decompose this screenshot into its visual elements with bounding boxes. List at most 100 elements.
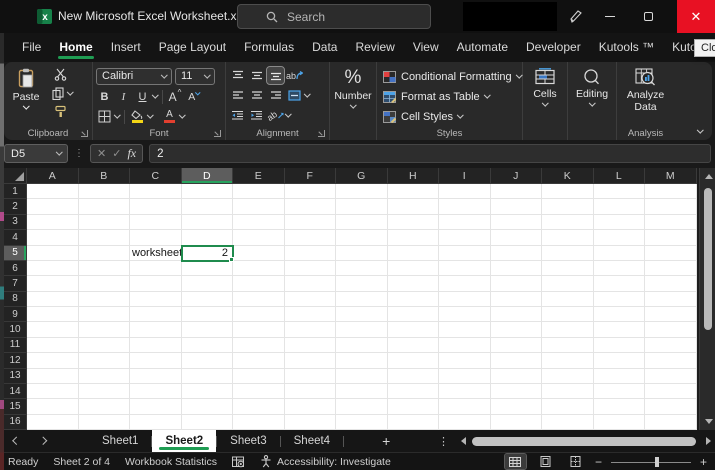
- cell-C6[interactable]: [130, 261, 182, 276]
- column-header-M[interactable]: M: [645, 168, 697, 184]
- editing-button[interactable]: Editing: [576, 66, 608, 127]
- top-align-button[interactable]: [229, 67, 246, 84]
- cell-K7[interactable]: [542, 276, 594, 291]
- cell-K2[interactable]: [542, 199, 594, 214]
- cell-A14[interactable]: [27, 384, 79, 399]
- cell-K3[interactable]: [542, 215, 594, 230]
- cell-H13[interactable]: [388, 369, 440, 384]
- cell-E7[interactable]: [233, 276, 285, 291]
- cell-D2[interactable]: [182, 199, 234, 214]
- cell-K12[interactable]: [542, 353, 594, 368]
- enter-icon[interactable]: ✓: [112, 147, 121, 160]
- cell-J14[interactable]: [491, 384, 543, 399]
- cell-A13[interactable]: [27, 369, 79, 384]
- ribbon-tab-formulas[interactable]: Formulas: [235, 33, 303, 63]
- number-format-button[interactable]: % Number: [334, 66, 371, 127]
- cell-H11[interactable]: [388, 338, 440, 353]
- cell-A8[interactable]: [27, 292, 79, 307]
- cell-L12[interactable]: [594, 353, 646, 368]
- cell-H8[interactable]: [388, 292, 440, 307]
- cell-E6[interactable]: [233, 261, 285, 276]
- cell-K16[interactable]: [542, 415, 594, 430]
- font-size-select[interactable]: 11: [175, 68, 215, 85]
- bottom-align-button[interactable]: [267, 67, 284, 84]
- hscroll-left-icon[interactable]: [461, 437, 466, 445]
- cell-D13[interactable]: [182, 369, 234, 384]
- cell-I2[interactable]: [439, 199, 491, 214]
- cell-E10[interactable]: [233, 322, 285, 337]
- cell-E16[interactable]: [233, 415, 285, 430]
- cell-E9[interactable]: [233, 307, 285, 322]
- cell-G11[interactable]: [336, 338, 388, 353]
- cell-styles-button[interactable]: Cell Styles: [380, 107, 521, 126]
- number-dropdown-icon[interactable]: [350, 102, 356, 108]
- accessibility-button[interactable]: Accessibility: Investigate: [260, 455, 391, 468]
- insert-function-icon[interactable]: fx: [127, 146, 136, 161]
- cell-H6[interactable]: [388, 261, 440, 276]
- increase-indent-button[interactable]: [248, 107, 265, 124]
- cell-D7[interactable]: [182, 276, 234, 291]
- cell-F11[interactable]: [285, 338, 337, 353]
- column-header-L[interactable]: L: [594, 168, 646, 184]
- vertical-scrollbar[interactable]: [699, 168, 715, 430]
- document-title[interactable]: New Microsoft Excel Worksheet.xlsx: [58, 9, 263, 23]
- ribbon-tab-insert[interactable]: Insert: [102, 33, 150, 63]
- column-header-C[interactable]: C: [130, 168, 182, 184]
- cell-D3[interactable]: [182, 215, 234, 230]
- cell-J16[interactable]: [491, 415, 543, 430]
- cell-B10[interactable]: [79, 322, 131, 337]
- formula-input[interactable]: 2: [149, 144, 711, 163]
- cell-G15[interactable]: [336, 399, 388, 414]
- analyze-data-button[interactable]: Analyze Data: [621, 66, 671, 127]
- cell-F14[interactable]: [285, 384, 337, 399]
- copy-dropdown-icon[interactable]: [67, 88, 73, 94]
- cell-I15[interactable]: [439, 399, 491, 414]
- prev-sheet-icon[interactable]: [13, 437, 21, 445]
- wrap-text-button[interactable]: ab: [267, 107, 284, 124]
- cell-G2[interactable]: [336, 199, 388, 214]
- page-break-view-button[interactable]: [565, 454, 586, 469]
- cell-C15[interactable]: [130, 399, 182, 414]
- cell-L11[interactable]: [594, 338, 646, 353]
- cell-I7[interactable]: [439, 276, 491, 291]
- ribbon-tab-automate[interactable]: Automate: [448, 33, 517, 63]
- row-header-10[interactable]: 10: [4, 322, 27, 337]
- cell-G16[interactable]: [336, 415, 388, 430]
- cell-F12[interactable]: [285, 353, 337, 368]
- format-as-table-button[interactable]: Format as Table: [380, 87, 521, 106]
- cell-H16[interactable]: [388, 415, 440, 430]
- cell-A1[interactable]: [27, 184, 79, 199]
- cell-L15[interactable]: [594, 399, 646, 414]
- cell-F10[interactable]: [285, 322, 337, 337]
- cell-G9[interactable]: [336, 307, 388, 322]
- decrease-font-button[interactable]: A: [186, 88, 203, 105]
- cell-M11[interactable]: [645, 338, 697, 353]
- cell-styles-dropdown-icon[interactable]: [457, 112, 463, 118]
- cell-A16[interactable]: [27, 415, 79, 430]
- cell-F9[interactable]: [285, 307, 337, 322]
- align-left-button[interactable]: [229, 87, 246, 104]
- cell-I3[interactable]: [439, 215, 491, 230]
- paste-dropdown-icon[interactable]: [23, 103, 29, 109]
- snapshot-button[interactable]: [232, 456, 245, 468]
- cells-dropdown-icon[interactable]: [542, 100, 548, 106]
- cell-F2[interactable]: [285, 199, 337, 214]
- cell-L7[interactable]: [594, 276, 646, 291]
- cell-I16[interactable]: [439, 415, 491, 430]
- close-button[interactable]: ✕: [677, 0, 715, 33]
- cancel-icon[interactable]: ✕: [97, 147, 106, 160]
- cell-B14[interactable]: [79, 384, 131, 399]
- cell-D16[interactable]: [182, 415, 234, 430]
- cell-H7[interactable]: [388, 276, 440, 291]
- sheet-tab-sheet2[interactable]: Sheet2: [152, 430, 216, 452]
- page-layout-view-button[interactable]: [535, 454, 556, 469]
- sheet-options-icon[interactable]: ⋮: [438, 435, 449, 448]
- merge-center-button[interactable]: [286, 87, 303, 104]
- row-header-6[interactable]: 6: [4, 261, 27, 276]
- cell-B3[interactable]: [79, 215, 131, 230]
- cell-B1[interactable]: [79, 184, 131, 199]
- increase-font-button[interactable]: A^: [167, 88, 184, 105]
- cell-C9[interactable]: [130, 307, 182, 322]
- cell-E5[interactable]: [233, 246, 285, 261]
- middle-align-button[interactable]: [248, 67, 265, 84]
